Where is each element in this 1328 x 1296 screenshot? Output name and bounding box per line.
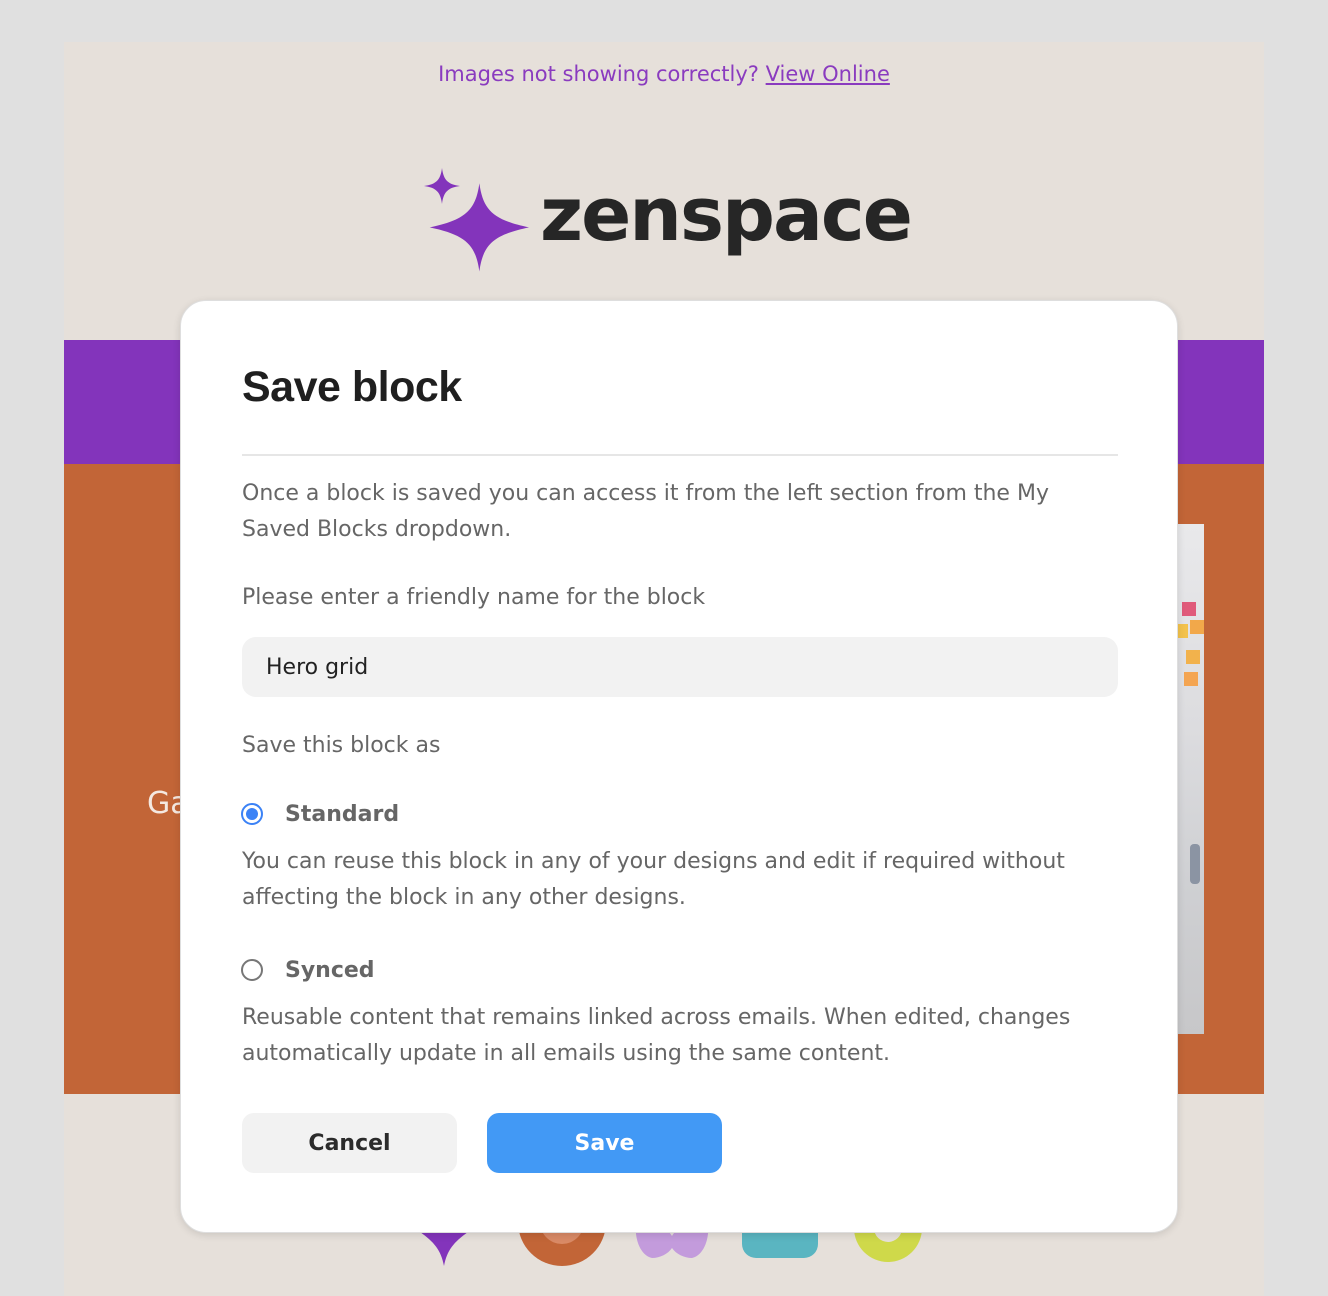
- synced-option-description: Reusable content that remains linked acr…: [242, 1005, 1071, 1066]
- dialog-divider: [242, 454, 1118, 456]
- standard-radio[interactable]: [241, 803, 263, 825]
- option-synced[interactable]: Synced: [241, 956, 375, 984]
- save-button[interactable]: Save: [487, 1113, 722, 1173]
- sparkle-logo-icon: [424, 168, 530, 272]
- dialog-description: Once a block is saved you can access it …: [242, 481, 1049, 542]
- dialog-title: Save block: [242, 363, 462, 411]
- standard-option-label: Standard: [285, 801, 400, 827]
- brand-logo: zenspace: [420, 168, 920, 286]
- view-online-prompt: Images not showing correctly?: [438, 62, 759, 86]
- view-online-note: Images not showing correctly? View Onlin…: [64, 62, 1264, 86]
- option-standard[interactable]: Standard: [241, 800, 399, 828]
- synced-option-label: Synced: [285, 957, 375, 983]
- block-name-label: Please enter a friendly name for the blo…: [242, 585, 706, 610]
- save-as-label: Save this block as: [242, 733, 441, 758]
- block-name-input[interactable]: [242, 637, 1118, 697]
- standard-option-description: You can reuse this block in any of your …: [242, 849, 1065, 910]
- cancel-button[interactable]: Cancel: [242, 1113, 457, 1173]
- save-block-dialog: Save block Once a block is saved you can…: [180, 300, 1178, 1233]
- synced-radio[interactable]: [241, 959, 263, 981]
- view-online-link[interactable]: View Online: [766, 62, 890, 86]
- brand-wordmark: zenspace: [540, 172, 913, 258]
